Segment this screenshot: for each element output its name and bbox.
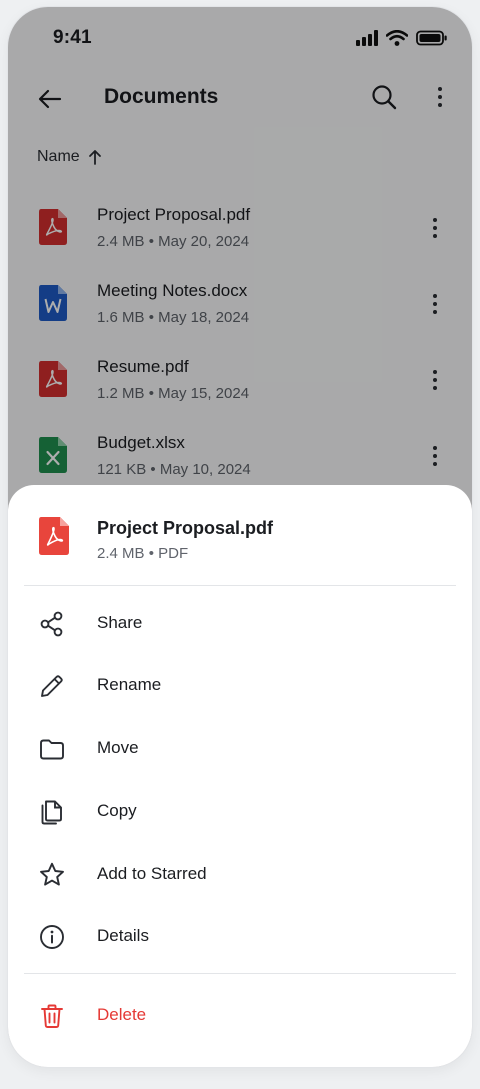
pencil-icon [41, 675, 63, 697]
pdf-icon [39, 517, 69, 555]
action-label: Delete [97, 1005, 147, 1024]
sheet-file-meta: 2.4 MB • PDF [97, 545, 189, 562]
share-icon [40, 611, 63, 637]
action-label: Add to Starred [97, 864, 207, 883]
folder-icon [40, 739, 64, 760]
action-label: Rename [97, 675, 162, 694]
bottom-sheet: Project Proposal.pdf 2.4 MB • PDF Share … [8, 485, 472, 1067]
action-label: Share [97, 613, 143, 632]
trash-icon [41, 1004, 63, 1028]
sheet-file-name: Project Proposal.pdf [97, 518, 274, 538]
star-icon [40, 862, 64, 886]
move-action[interactable]: Move [8, 721, 472, 777]
copy-action[interactable]: Copy [8, 784, 472, 840]
details-action[interactable]: Details [8, 909, 472, 965]
phone-screen: 9:41 Documents Name Project Proposal.pdf… [8, 7, 472, 1067]
delete-action[interactable]: Delete [8, 988, 472, 1044]
rename-action[interactable]: Rename [8, 658, 472, 714]
share-action[interactable]: Share [8, 596, 472, 652]
copy-icon [41, 800, 62, 825]
add-to-starred-action[interactable]: Add to Starred [8, 847, 472, 903]
info-icon [40, 925, 64, 949]
action-label: Move [97, 738, 139, 757]
divider [24, 973, 456, 974]
action-label: Copy [97, 801, 137, 820]
divider [24, 585, 456, 586]
action-label: Details [97, 926, 149, 945]
